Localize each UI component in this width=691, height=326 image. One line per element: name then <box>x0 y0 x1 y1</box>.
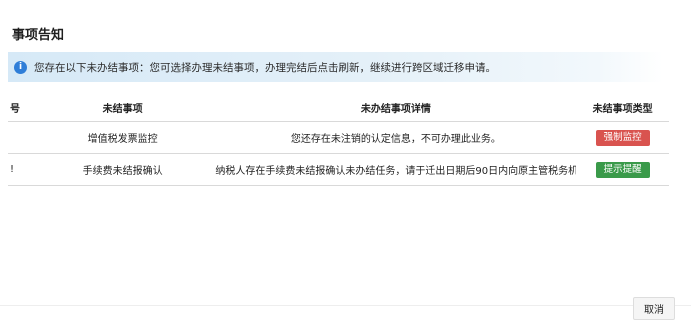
footer-divider <box>0 305 691 306</box>
row-detail: 纳税人存在手续费未结报确认未办结任务，请于迁出日期后90日内向原主管税务机... <box>215 166 577 177</box>
notice-banner: i 您存在以下未办结事项：您可选择办理未结事项，办理完结后点击刷新，继续进行跨区… <box>8 52 663 82</box>
header-detail: 未办结事项详情 <box>360 103 431 115</box>
forced-monitor-tag[interactable]: 强制监控 <box>595 129 650 146</box>
row-item: 手续费未结报确认 <box>82 166 163 177</box>
dialog-title: 事项告知 <box>12 28 65 43</box>
header-no: 号 <box>10 103 20 115</box>
reminder-tag[interactable]: 提示提醒 <box>595 161 650 178</box>
row-item: 增值税发票监控 <box>87 134 158 145</box>
cancel-button[interactable]: 取消 <box>633 297 675 320</box>
row-no: ! <box>10 164 15 175</box>
header-item: 未结事项 <box>102 103 143 115</box>
table-header-row: 号 未结事项 未办结事项详情 未结事项类型 <box>8 93 669 122</box>
table-row: ! 手续费未结报确认 纳税人存在手续费未结报确认未办结任务，请于迁出日期后90日… <box>8 154 669 186</box>
row-type-cell: 强制监控 <box>576 129 669 146</box>
notice-text: 您存在以下未办结事项：您可选择办理未结事项，办理完结后点击刷新，继续进行跨区域迁… <box>34 61 496 74</box>
row-type-cell: 提示提醒 <box>576 161 669 178</box>
table-row: 增值税发票监控 您还存在未注销的认定信息，不可办理此业务。 强制监控 <box>8 122 669 154</box>
info-icon: i <box>14 60 27 74</box>
header-type: 未结事项类型 <box>592 103 653 115</box>
pending-items-table: 号 未结事项 未办结事项详情 未结事项类型 增值税发票监控 您还存在未注销的认定… <box>8 93 669 186</box>
row-detail: 您还存在未注销的认定信息，不可办理此业务。 <box>290 134 501 145</box>
